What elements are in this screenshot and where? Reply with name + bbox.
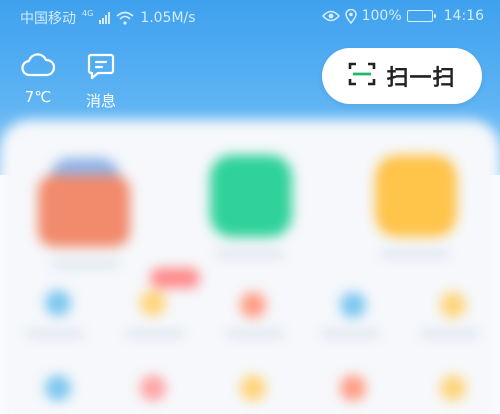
blurred-label [380,250,450,258]
scan-button[interactable]: 扫一扫 [322,48,482,104]
location-icon [344,8,357,24]
wifi-icon [116,11,134,25]
scan-icon [348,61,376,91]
messages-button[interactable]: 消息 [80,52,122,111]
blurred-app-icon [140,290,166,316]
blurred-label [420,330,480,338]
carrier-name: 中国移动 [20,11,76,27]
cloud-icon [21,52,56,82]
blurred-label [125,330,185,338]
eye-icon [321,10,340,22]
blurred-badge [150,268,200,288]
messages-label: 消息 [85,92,116,110]
blurred-app-icon [45,290,71,316]
blurred-label [225,330,285,338]
weather-widget[interactable]: 7℃ [18,52,58,106]
battery-icon [406,10,436,22]
blurred-app-icon [375,155,457,237]
blurred-app-icon [440,375,466,401]
network-speed: 1.05M/s [140,10,196,26]
battery-percent: 100% [361,8,402,24]
status-bar-left: 中国移动 4G 1.05M/s [20,8,196,28]
blurred-app-icon [140,375,166,401]
scan-label: 扫一扫 [386,66,456,91]
blurred-app-icon [340,375,366,401]
message-icon [87,52,115,84]
blurred-label [320,330,380,338]
status-bar: 中国移动 4G 1.05M/s 100% 14:16 [0,0,500,34]
signal-icon [99,12,111,24]
blurred-app-icon [440,292,466,318]
blurred-app-icon [38,175,130,247]
blurred-app-icon [240,292,266,318]
weather-temperature: 7℃ [24,88,52,106]
blurred-app-icon [210,155,292,237]
blurred-label [25,330,85,338]
blurred-label [215,250,285,258]
network-type: 4G [82,8,94,18]
blurred-app-icon [240,375,266,401]
blurred-app-icon [340,292,366,318]
status-bar-right: 100% 14:16 [321,8,484,24]
blurred-app-icon [45,375,71,401]
clock: 14:16 [443,8,484,24]
blurred-content-area [0,120,500,414]
blurred-label [50,260,120,268]
